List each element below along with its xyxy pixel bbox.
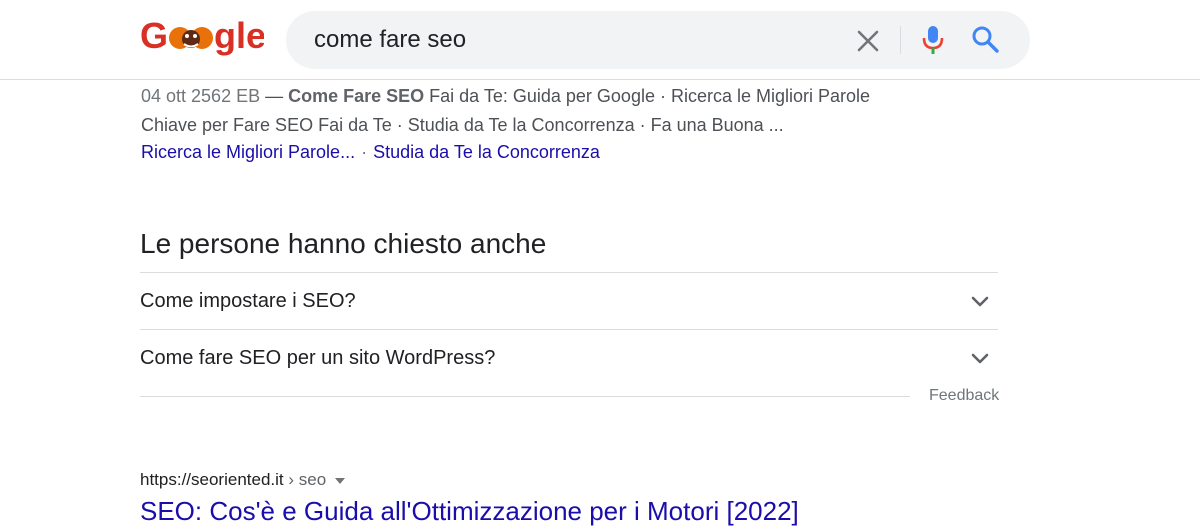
paa-question-label: Come impostare i SEO? — [140, 290, 356, 312]
doodle-face-icon — [169, 27, 213, 49]
sitelink-parole[interactable]: Ricerca le Migliori Parole... — [141, 142, 355, 162]
result-path: › seo — [283, 470, 327, 489]
search-box-divider — [900, 26, 901, 54]
result-url[interactable]: https://seoriented.it › seo — [140, 469, 346, 491]
chevron-down-icon[interactable] — [970, 348, 990, 368]
sitelink-concorrenza[interactable]: Studia da Te la Concorrenza — [373, 142, 600, 162]
search-box[interactable]: come fare seo — [286, 11, 1030, 69]
snippet-bold-term: Come Fare SEO — [288, 86, 425, 106]
chevron-down-icon[interactable] — [970, 291, 990, 311]
result-domain: https://seoriented.it — [140, 470, 284, 489]
search-input[interactable]: come fare seo — [314, 11, 466, 69]
snippet-date: 04 ott 2562 EB — [141, 86, 261, 106]
top-bar: G gle come fare seo — [0, 0, 1200, 80]
snippet-line-1: 04 ott 2562 EB — Come Fare SEO Fai da Te… — [141, 82, 901, 111]
feedback-link[interactable]: Feedback — [929, 386, 999, 406]
google-doodle-logo[interactable]: G gle — [140, 14, 264, 58]
snippet-line-2: Chiave per Fare SEO Fai da Te · Studia d… — [141, 115, 784, 135]
paa-question-label: Come fare SEO per un sito WordPress? — [140, 347, 496, 369]
snippet-dash: — — [260, 86, 289, 106]
paa-question-2[interactable]: Come fare SEO per un sito WordPress? — [140, 329, 998, 385]
microphone-icon[interactable] — [920, 24, 946, 56]
snippet-text-1: Fai da Te: Guida per Google · Ricerca le… — [424, 86, 871, 106]
paa-bottom-divider — [140, 396, 910, 397]
logo-letters-gle: gle — [214, 15, 264, 56]
paa-question-1[interactable]: Come impostare i SEO? — [140, 272, 998, 328]
clear-icon[interactable] — [854, 27, 882, 55]
result-snippet: 04 ott 2562 EB — Come Fare SEO Fai da Te… — [141, 82, 901, 140]
triangle-down-icon[interactable] — [334, 477, 346, 485]
result-title-link[interactable]: SEO: Cos'è e Guida all'Ottimizzazione pe… — [140, 496, 799, 526]
sitelink-separator: · — [361, 142, 368, 162]
search-icon[interactable] — [970, 24, 1000, 54]
logo-letters-g: G — [140, 15, 168, 56]
people-also-ask-heading: Le persone hanno chiesto anche — [140, 228, 547, 259]
sitelinks: Ricerca le Migliori Parole... · Studia da … — [141, 140, 600, 164]
